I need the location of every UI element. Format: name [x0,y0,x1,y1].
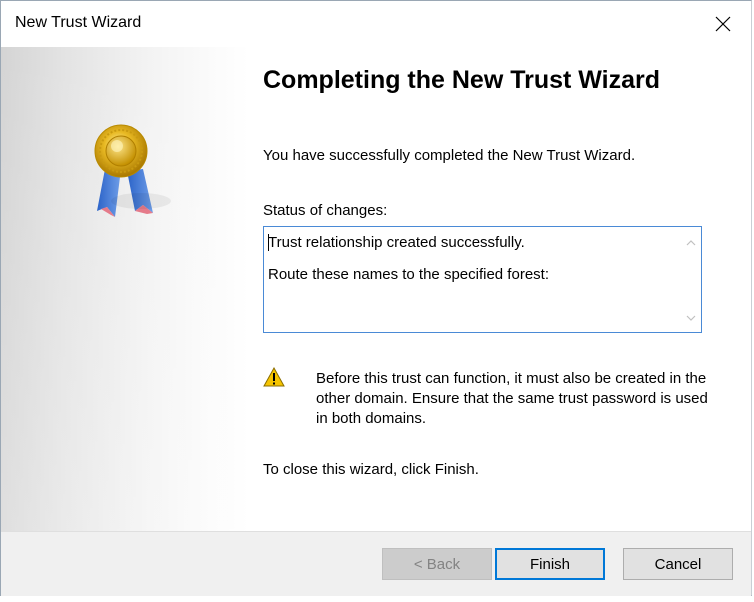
title-bar: New Trust Wizard [1,1,751,47]
chevron-up-icon [686,240,696,246]
status-line-1: Trust relationship created successfully. [268,234,525,251]
status-textbox[interactable]: Trust relationship created successfully.… [263,226,702,333]
cancel-button[interactable]: Cancel [623,548,733,580]
wizard-sidebar-banner [1,47,249,531]
close-icon [715,16,731,32]
status-text-content: Trust relationship created successfully.… [268,233,668,285]
scroll-up-button[interactable] [681,233,701,253]
chevron-down-icon [686,315,696,321]
page-title: Completing the New Trust Wizard [263,66,661,94]
close-button[interactable] [695,1,751,47]
status-scrollbar[interactable] [681,227,701,332]
finish-button[interactable]: Finish [495,548,605,580]
status-label: Status of changes: [263,202,388,219]
warning-message: Before this trust can function, it must … [316,370,708,427]
back-button[interactable]: < Back [382,548,492,580]
new-trust-wizard-dialog: New Trust Wizard Completing the New Trus… [0,0,752,596]
success-message: You have successfully completed the New … [263,147,636,164]
scroll-down-button[interactable] [681,308,701,328]
status-line-2: Route these names to the specified fores… [268,266,549,283]
button-bar: < Back Finish Cancel [1,531,751,596]
award-medal-icon [94,124,171,217]
close-instruction: To close this wizard, click Finish. [263,461,479,478]
warning-icon [263,367,285,387]
window-title: New Trust Wizard [15,14,142,31]
text-cursor [268,234,269,251]
